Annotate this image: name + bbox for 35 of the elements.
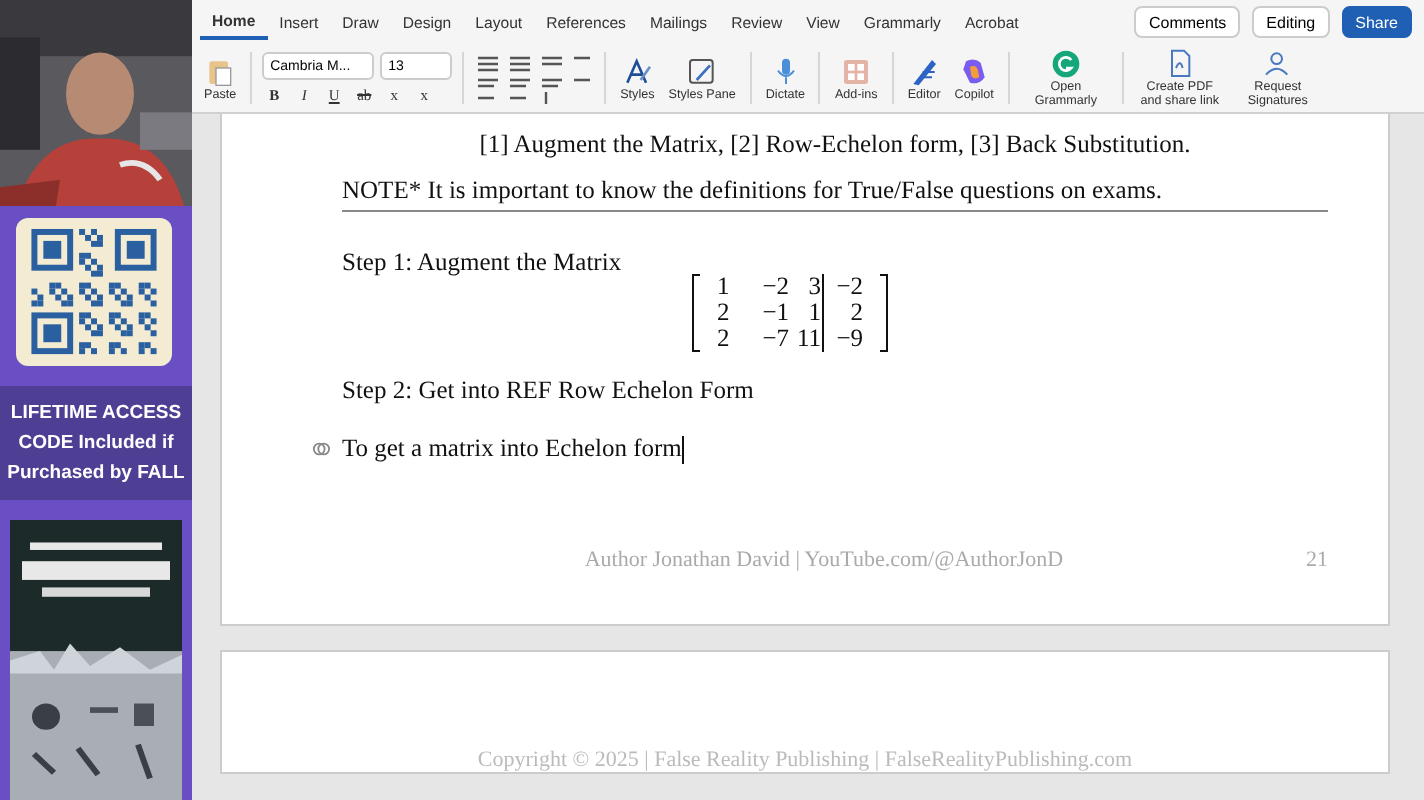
step-heading: Step 2: Get into REF Row Echelon Form <box>342 376 756 406</box>
page-number: 21 <box>1306 548 1328 572</box>
body-text: To get a matrix into Echelon form <box>342 434 682 464</box>
circle-g-icon <box>1049 48 1082 80</box>
pen-square-icon <box>686 55 719 87</box>
swirl-icon <box>958 55 991 87</box>
footer-text: Author Jonathan David | YouTube.com/@AuthorJonD <box>582 548 1066 572</box>
grid-icon <box>840 55 873 87</box>
paragraph-tools-icon[interactable] <box>474 52 595 104</box>
pen-icon <box>908 55 941 87</box>
matrix-entry: 11 <box>794 326 821 352</box>
footer-text: Copyright © 2025 | False Reality Publishing | FalseRealityPublishing.com <box>477 748 1133 772</box>
matrix-entry: 1 <box>717 274 732 300</box>
matrix-entry: 3 <box>806 274 821 300</box>
promo-text: LIFETIME ACCESS CODE Included if Purchased by FALL <box>0 385 192 500</box>
anchor-icon <box>312 440 330 458</box>
matrix-entry: −9 <box>834 326 863 352</box>
qr-code-icon <box>16 218 172 366</box>
matrix-entry: 1 <box>806 300 821 326</box>
clipboard-icon <box>204 55 237 87</box>
note-text: NOTE* It is important to know the definitions for True/False questions on exams. <box>342 176 1328 212</box>
matrix-entry: 2 <box>848 300 863 326</box>
share-button[interactable]: Share <box>1341 6 1412 38</box>
matrix-entry: −2 <box>834 274 863 300</box>
letter-a-icon <box>621 55 654 87</box>
person-icon <box>1261 48 1294 80</box>
editing-mode-button[interactable]: Editing <box>1252 6 1330 38</box>
matrix-entry: 2 <box>717 326 732 352</box>
steps-text: [1] Augment the Matrix, [2] Row-Echelon form, [3] Back Substitution. <box>477 130 1193 160</box>
matrix-entry: −7 <box>760 326 789 352</box>
matrix-entry: −2 <box>760 274 789 300</box>
matrix-entry: 2 <box>717 300 732 326</box>
step-heading: Step 1: Augment the Matrix <box>342 248 624 278</box>
matrix-entry: −1 <box>760 300 789 326</box>
comments-button[interactable]: Comments <box>1134 6 1241 38</box>
